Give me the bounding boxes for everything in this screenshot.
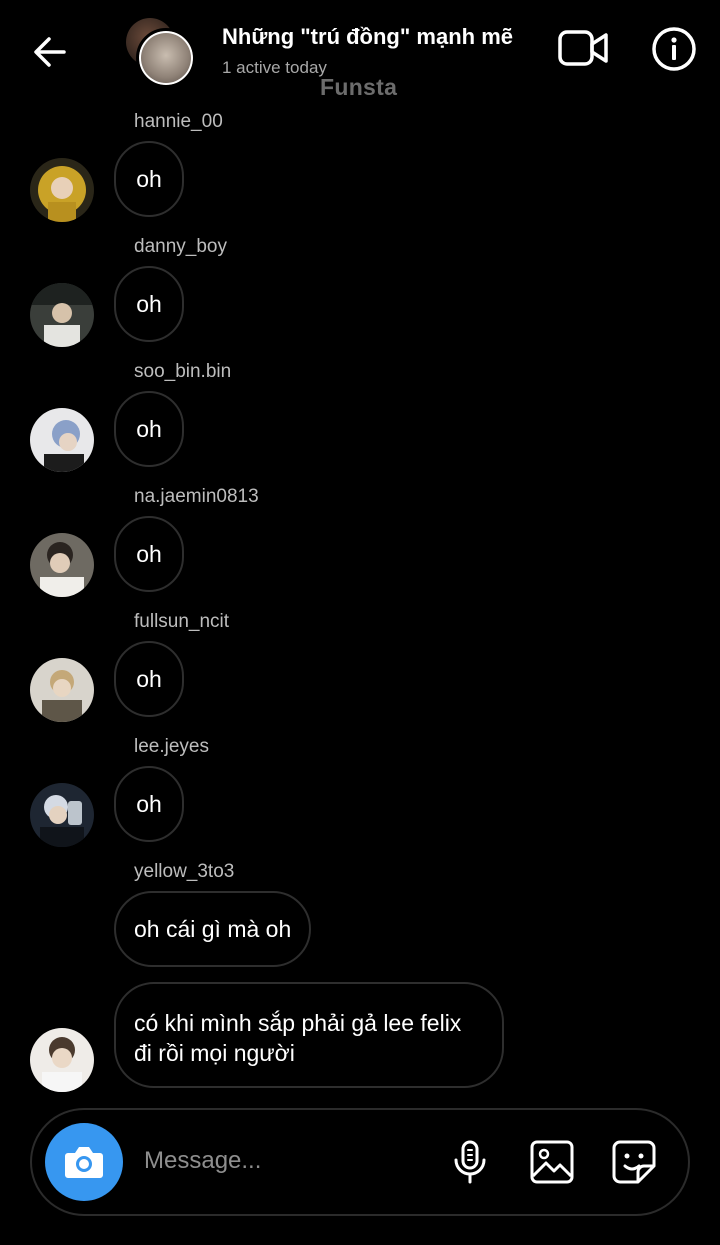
sender-name[interactable]: danny_boy xyxy=(134,236,227,258)
message-bubble[interactable]: có khi mình sắp phải gả lee felix đi rồi… xyxy=(114,982,504,1088)
message-bubble[interactable]: oh xyxy=(114,391,184,467)
sticker-button[interactable] xyxy=(610,1138,658,1186)
avatar[interactable] xyxy=(30,283,94,347)
voice-message-button[interactable] xyxy=(446,1138,494,1186)
arrow-left-icon xyxy=(34,37,66,67)
message-input[interactable] xyxy=(144,1138,424,1184)
message-bubble[interactable]: oh xyxy=(114,141,184,217)
avatar[interactable] xyxy=(30,783,94,847)
watermark: Funsta xyxy=(320,74,398,100)
image-icon xyxy=(530,1140,574,1184)
camera-button[interactable] xyxy=(45,1123,123,1201)
chat-header: Những "trú đồng" mạnh mẽ 1 active today … xyxy=(0,0,720,105)
avatar[interactable] xyxy=(30,158,94,222)
message-bubble[interactable]: oh xyxy=(114,266,184,342)
message-bubble[interactable]: oh xyxy=(114,641,184,717)
message-bubble[interactable]: oh cái gì mà oh xyxy=(114,891,312,967)
sender-name[interactable]: na.jaemin0813 xyxy=(134,486,259,508)
gallery-button[interactable] xyxy=(528,1138,576,1186)
avatar[interactable] xyxy=(30,1028,94,1092)
microphone-icon xyxy=(454,1140,486,1184)
video-camera-icon xyxy=(558,30,608,66)
message-bubble[interactable]: oh xyxy=(114,766,184,842)
active-status: 1 active today xyxy=(222,58,327,77)
sender-name[interactable]: yellow_3to3 xyxy=(134,861,234,883)
sticker-icon xyxy=(612,1140,656,1184)
group-avatar[interactable] xyxy=(124,18,196,88)
avatar[interactable] xyxy=(30,533,94,597)
camera-icon xyxy=(65,1147,103,1178)
sender-name[interactable]: fullsun_ncit xyxy=(134,611,229,633)
message-bubble[interactable]: oh xyxy=(114,516,184,592)
sender-name[interactable]: soo_bin.bin xyxy=(134,361,231,383)
avatar[interactable] xyxy=(30,658,94,722)
avatar[interactable] xyxy=(30,408,94,472)
video-call-button[interactable] xyxy=(556,26,612,70)
sender-name[interactable]: lee.jeyes xyxy=(134,736,209,758)
info-button[interactable] xyxy=(650,25,698,73)
sender-name[interactable]: hannie_00 xyxy=(134,111,223,133)
message-composer xyxy=(30,1108,690,1216)
info-icon xyxy=(652,27,696,71)
back-button[interactable] xyxy=(30,32,70,72)
group-avatar-front xyxy=(136,28,196,88)
chat-title[interactable]: Những "trú đồng" mạnh mẽ xyxy=(222,24,542,50)
